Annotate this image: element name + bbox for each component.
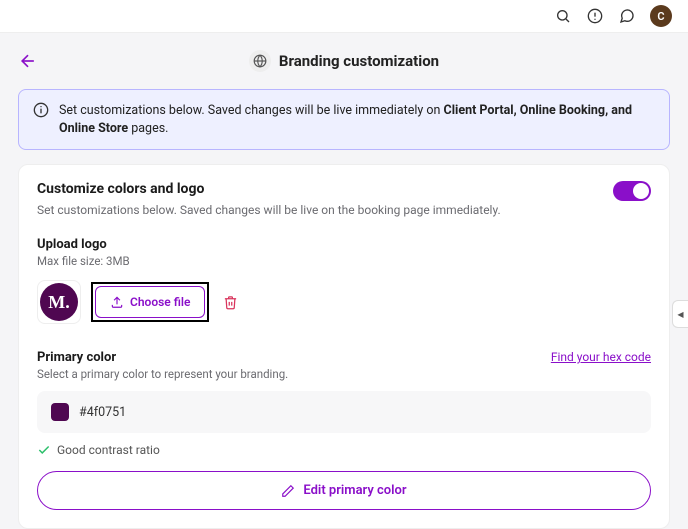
avatar[interactable]: C: [650, 5, 672, 27]
search-icon[interactable]: [554, 7, 572, 25]
delete-logo-button[interactable]: [223, 295, 238, 310]
hex-value: #4f0751: [79, 405, 126, 420]
enable-toggle[interactable]: [613, 181, 651, 201]
chat-icon[interactable]: [618, 7, 636, 25]
color-swatch-card: #4f0751: [37, 391, 651, 433]
primary-color-label: Primary color: [37, 350, 288, 365]
logo-image: M.: [40, 283, 78, 321]
info-text: Set customizations below. Saved changes …: [59, 102, 655, 137]
globe-icon: [249, 50, 271, 72]
find-hex-link[interactable]: Find your hex code: [551, 350, 651, 364]
customize-card: Customize colors and logo Set customizat…: [18, 164, 670, 529]
primary-color-hint: Select a primary color to represent your…: [37, 367, 288, 381]
info-banner: Set customizations below. Saved changes …: [18, 89, 670, 150]
upload-icon: [110, 295, 124, 309]
info-icon: [33, 102, 49, 137]
alert-icon[interactable]: [586, 7, 604, 25]
edit-button-label: Edit primary color: [303, 483, 406, 498]
pencil-icon: [281, 484, 295, 498]
choose-file-button[interactable]: Choose file: [95, 286, 205, 318]
side-drawer-toggle[interactable]: ◀: [672, 300, 688, 328]
contrast-status: Good contrast ratio: [37, 443, 651, 457]
color-swatch: [51, 403, 69, 421]
edit-primary-color-button[interactable]: Edit primary color: [37, 471, 651, 510]
card-title: Customize colors and logo: [37, 181, 501, 197]
upload-hint: Max file size: 3MB: [37, 254, 651, 268]
page-title: Branding customization: [279, 52, 439, 70]
upload-label: Upload logo: [37, 237, 651, 252]
choose-file-label: Choose file: [130, 295, 190, 309]
check-icon: [37, 443, 51, 457]
back-button[interactable]: [18, 51, 38, 71]
logo-preview: M.: [37, 280, 81, 324]
card-subtitle: Set customizations below. Saved changes …: [37, 203, 501, 217]
